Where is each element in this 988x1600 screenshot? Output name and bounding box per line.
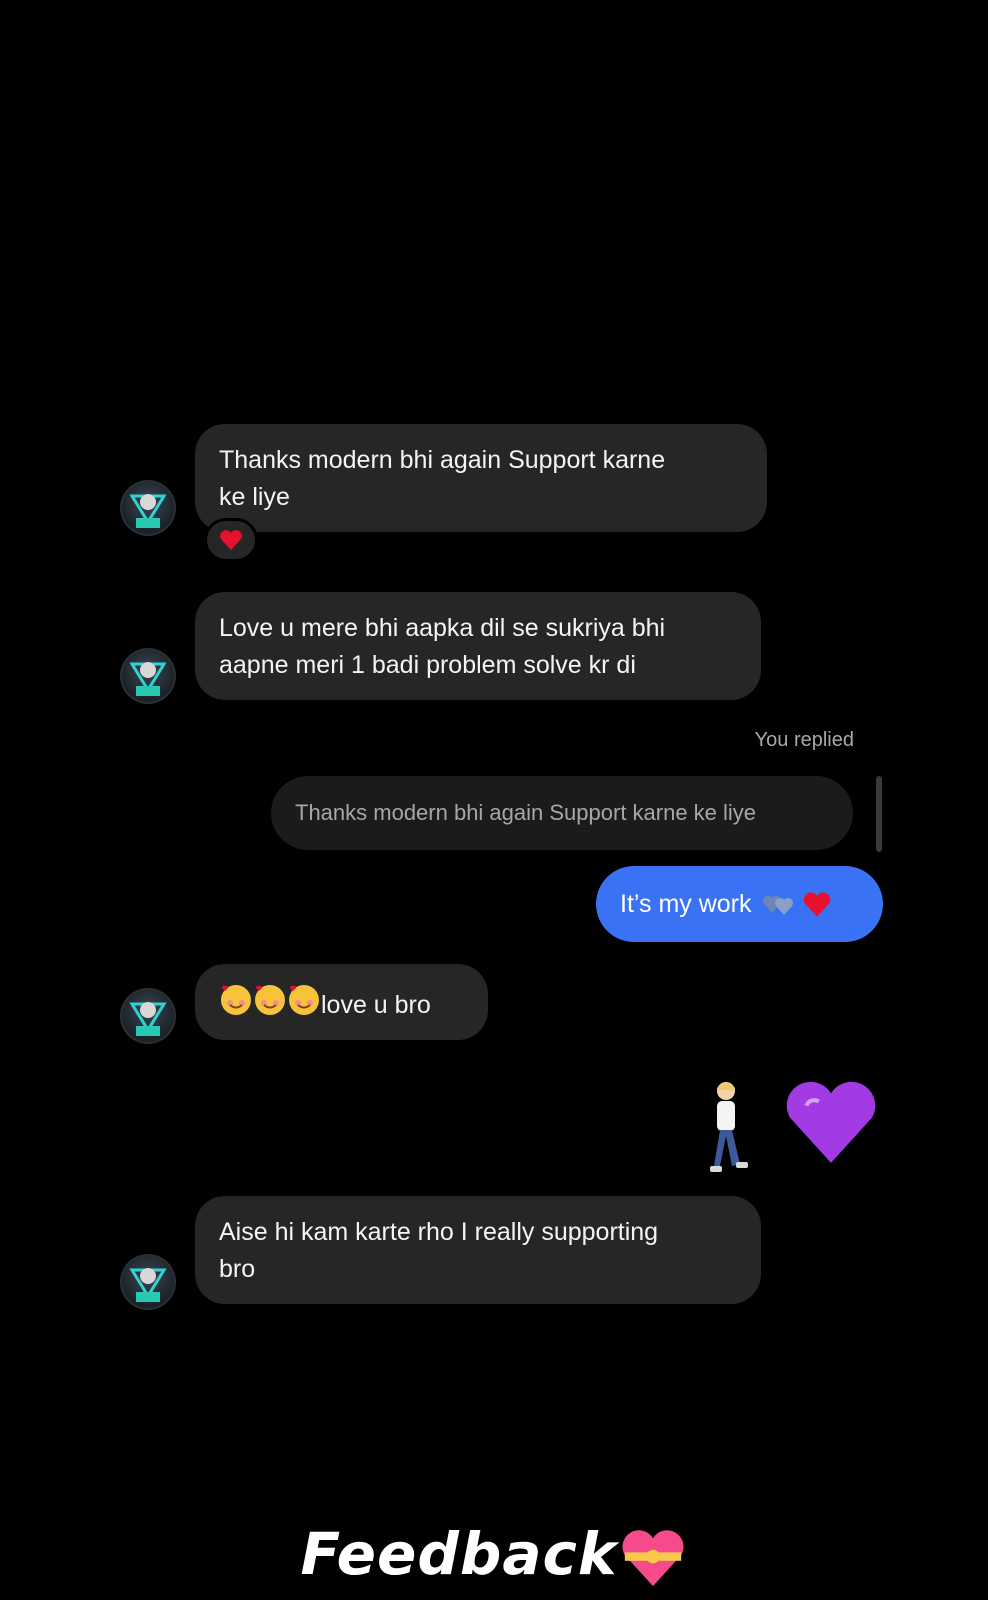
replied-label: You replied: [754, 729, 854, 751]
blue-hearts-emoji: [762, 896, 793, 915]
feedback-caption: Feedback: [0, 1520, 988, 1589]
message-reaction[interactable]: [204, 518, 258, 562]
red-heart-emoji: [803, 891, 830, 917]
message-bubble[interactable]: Love u mere bhi aapka dil se sukriya bhi…: [195, 592, 761, 700]
smiling-face-hearts-emoji: [253, 983, 287, 1028]
purple-heart-emoji[interactable]: [782, 1076, 880, 1168]
message-bubble[interactable]: love u bro: [195, 964, 488, 1040]
sender-avatar[interactable]: [120, 988, 176, 1044]
message-text: Aise hi kam karte rho I really supportin…: [219, 1218, 659, 1283]
quoted-text: Thanks modern bhi again Support karne ke…: [295, 800, 757, 825]
message-bubble[interactable]: Aise hi kam karte rho I really supportin…: [195, 1196, 761, 1304]
quoted-message[interactable]: Thanks modern bhi again Support karne ke…: [271, 776, 853, 850]
message-bubble[interactable]: Thanks modern bhi again Support karne ke…: [195, 424, 767, 532]
outgoing-message-bubble[interactable]: It’s my work: [596, 866, 883, 942]
heart-with-ribbon-icon: [622, 1530, 684, 1587]
sender-avatar[interactable]: [120, 648, 176, 704]
message-text: Thanks modern bhi again Support karne ke…: [219, 446, 666, 511]
message-text: Love u mere bhi aapka dil se sukriya bhi…: [219, 614, 666, 679]
caption-text: Feedback: [300, 1520, 618, 1588]
sender-avatar[interactable]: [120, 1254, 176, 1310]
person-walking-emoji[interactable]: [702, 1080, 752, 1176]
message-text: It’s my work: [620, 889, 752, 918]
smiling-face-hearts-emoji: [287, 983, 321, 1028]
smiling-face-hearts-emoji: [219, 983, 253, 1028]
red-heart-icon: [220, 530, 242, 550]
sender-avatar[interactable]: [120, 480, 176, 536]
message-text: love u bro: [321, 991, 431, 1019]
quote-indicator: [876, 776, 882, 852]
